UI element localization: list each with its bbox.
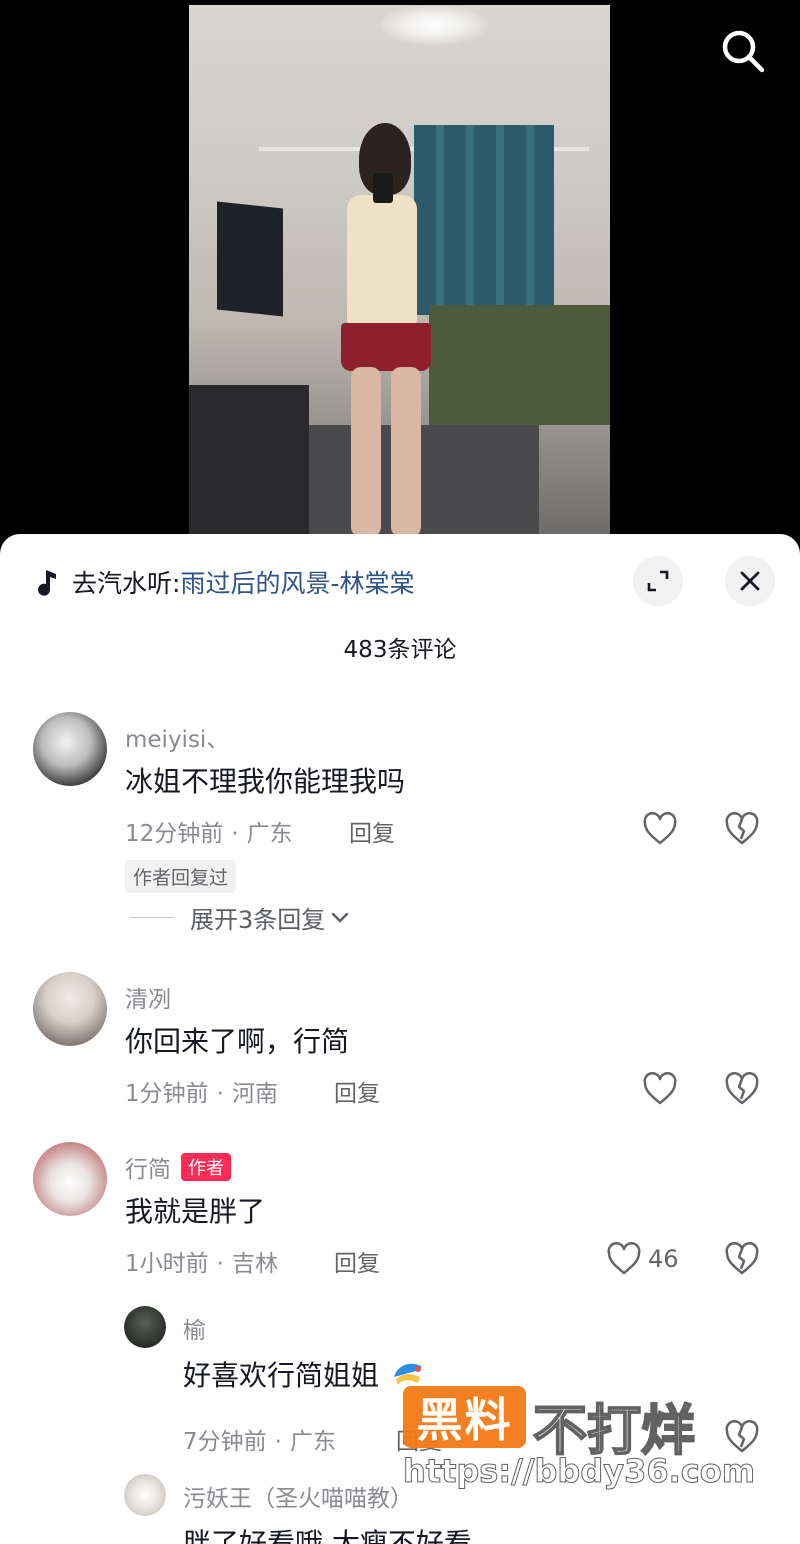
person-leg [351,367,381,537]
meta-separator: · [216,1081,224,1107]
comment-text: 我就是胖了 [125,1195,266,1228]
close-button[interactable] [725,556,775,606]
comment-location: 吉林 [231,1251,278,1277]
comment-meta: 12分钟前 · 广东 [125,814,293,848]
comment-item: meiyisi、 冰姐不理我你能理我吗 12分钟前 · 广东 回复 作者回复过 展开… [0,710,800,950]
broken-heart-icon [725,812,759,845]
divider [130,917,174,918]
close-icon [740,571,760,591]
meta-separator: · [274,1429,282,1455]
music-prefix: 去汽水听: [72,569,181,598]
comment-meta: 1小时前 · 吉林 [125,1244,278,1278]
watermark-url: https://bbdy36.com [402,1452,756,1491]
comment-location: 广东 [289,1429,336,1455]
dislike-button[interactable] [724,1242,760,1280]
comment-text-content: 好喜欢行简姐姐 [183,1359,380,1392]
like-count: 46 [648,1245,679,1273]
heart-icon [643,1072,677,1105]
dislike-button[interactable] [724,1072,760,1110]
comment-text: 好喜欢行简姐姐 [183,1354,428,1394]
video-frame[interactable] [189,5,610,537]
comment-text: 你回来了啊，行简 [125,1025,350,1058]
search-icon [722,30,765,73]
comment-username[interactable]: meiyisi、 [125,720,229,754]
comment-username-row: 行简 作者 [125,1150,231,1184]
like-button[interactable] [642,1072,678,1106]
music-link-row[interactable]: 去汽水听: 雨过后的风景-林棠棠 [36,562,414,602]
search-button[interactable] [718,26,768,76]
heart-icon [607,1242,641,1275]
author-badge: 作者 [181,1153,231,1181]
comment-username[interactable]: 污妖王（圣火喵喵教） [183,1479,413,1513]
comment-location: 河南 [231,1081,278,1107]
comment-meta: 1分钟前 · 河南 [125,1074,278,1108]
comment-text: 冰姐不理我你能理我吗 [125,765,406,798]
tv [217,201,283,317]
meta-separator: · [216,1251,224,1277]
phone [373,173,393,203]
person-top [347,195,417,325]
curtain [414,125,554,315]
comment-text: 胖了好看哦 太瘦不好看 [183,1527,472,1544]
comment-time: 7分钟前 [183,1429,267,1455]
chevron-down-icon [332,912,349,923]
avatar[interactable] [124,1474,166,1516]
person-shorts [341,323,431,371]
expand-icon [647,570,669,592]
ceiling-light [379,5,489,45]
comment-time: 12分钟前 [125,821,224,847]
comment-item: 行简 作者 我就是胖了 1小时前 · 吉林 回复 46 [0,1140,800,1290]
comment-username[interactable]: 榆 [183,1311,206,1345]
avatar[interactable] [124,1306,166,1348]
like-button[interactable] [642,812,678,846]
reply-button[interactable]: 回复 [334,1244,380,1278]
comment-item: 清冽 你回来了啊，行简 1分钟前 · 河南 回复 [0,970,800,1120]
video-area[interactable] [0,0,800,545]
broken-heart-icon [725,1072,759,1105]
dislike-button[interactable] [724,812,760,850]
comment-time: 1小时前 [125,1251,209,1277]
broken-heart-icon [725,1242,759,1275]
expand-replies-button[interactable]: 展开3条回复 [130,900,351,935]
comment-count: 483条评论 [343,637,457,663]
meta-separator: · [231,821,239,847]
author-replied-tag: 作者回复过 [125,860,237,893]
avatar[interactable] [33,1142,107,1216]
heart-icon [643,812,677,845]
expand-replies-label: 展开3条回复 [190,906,326,934]
avatar[interactable] [33,712,107,786]
watermark-badge: 黑料 [403,1386,526,1448]
comment-username[interactable]: 清冽 [125,980,171,1014]
comment-location: 广东 [246,821,293,847]
comment-username[interactable]: 行简 [125,1157,171,1183]
avatar[interactable] [33,972,107,1046]
music-song-link[interactable]: 雨过后的风景-林棠棠 [180,564,414,600]
like-button[interactable]: 46 [606,1242,679,1276]
music-note-icon [38,570,56,596]
desk [189,385,309,535]
comment-meta: 7分钟前 · 广东 [183,1422,336,1456]
person-leg [391,367,421,537]
reply-button[interactable]: 回复 [334,1074,380,1108]
broken-heart-icon [725,1420,759,1453]
reply-button[interactable]: 回复 [349,814,395,848]
bed [429,305,610,425]
comment-time: 1分钟前 [125,1081,209,1107]
expand-button[interactable] [633,556,683,606]
